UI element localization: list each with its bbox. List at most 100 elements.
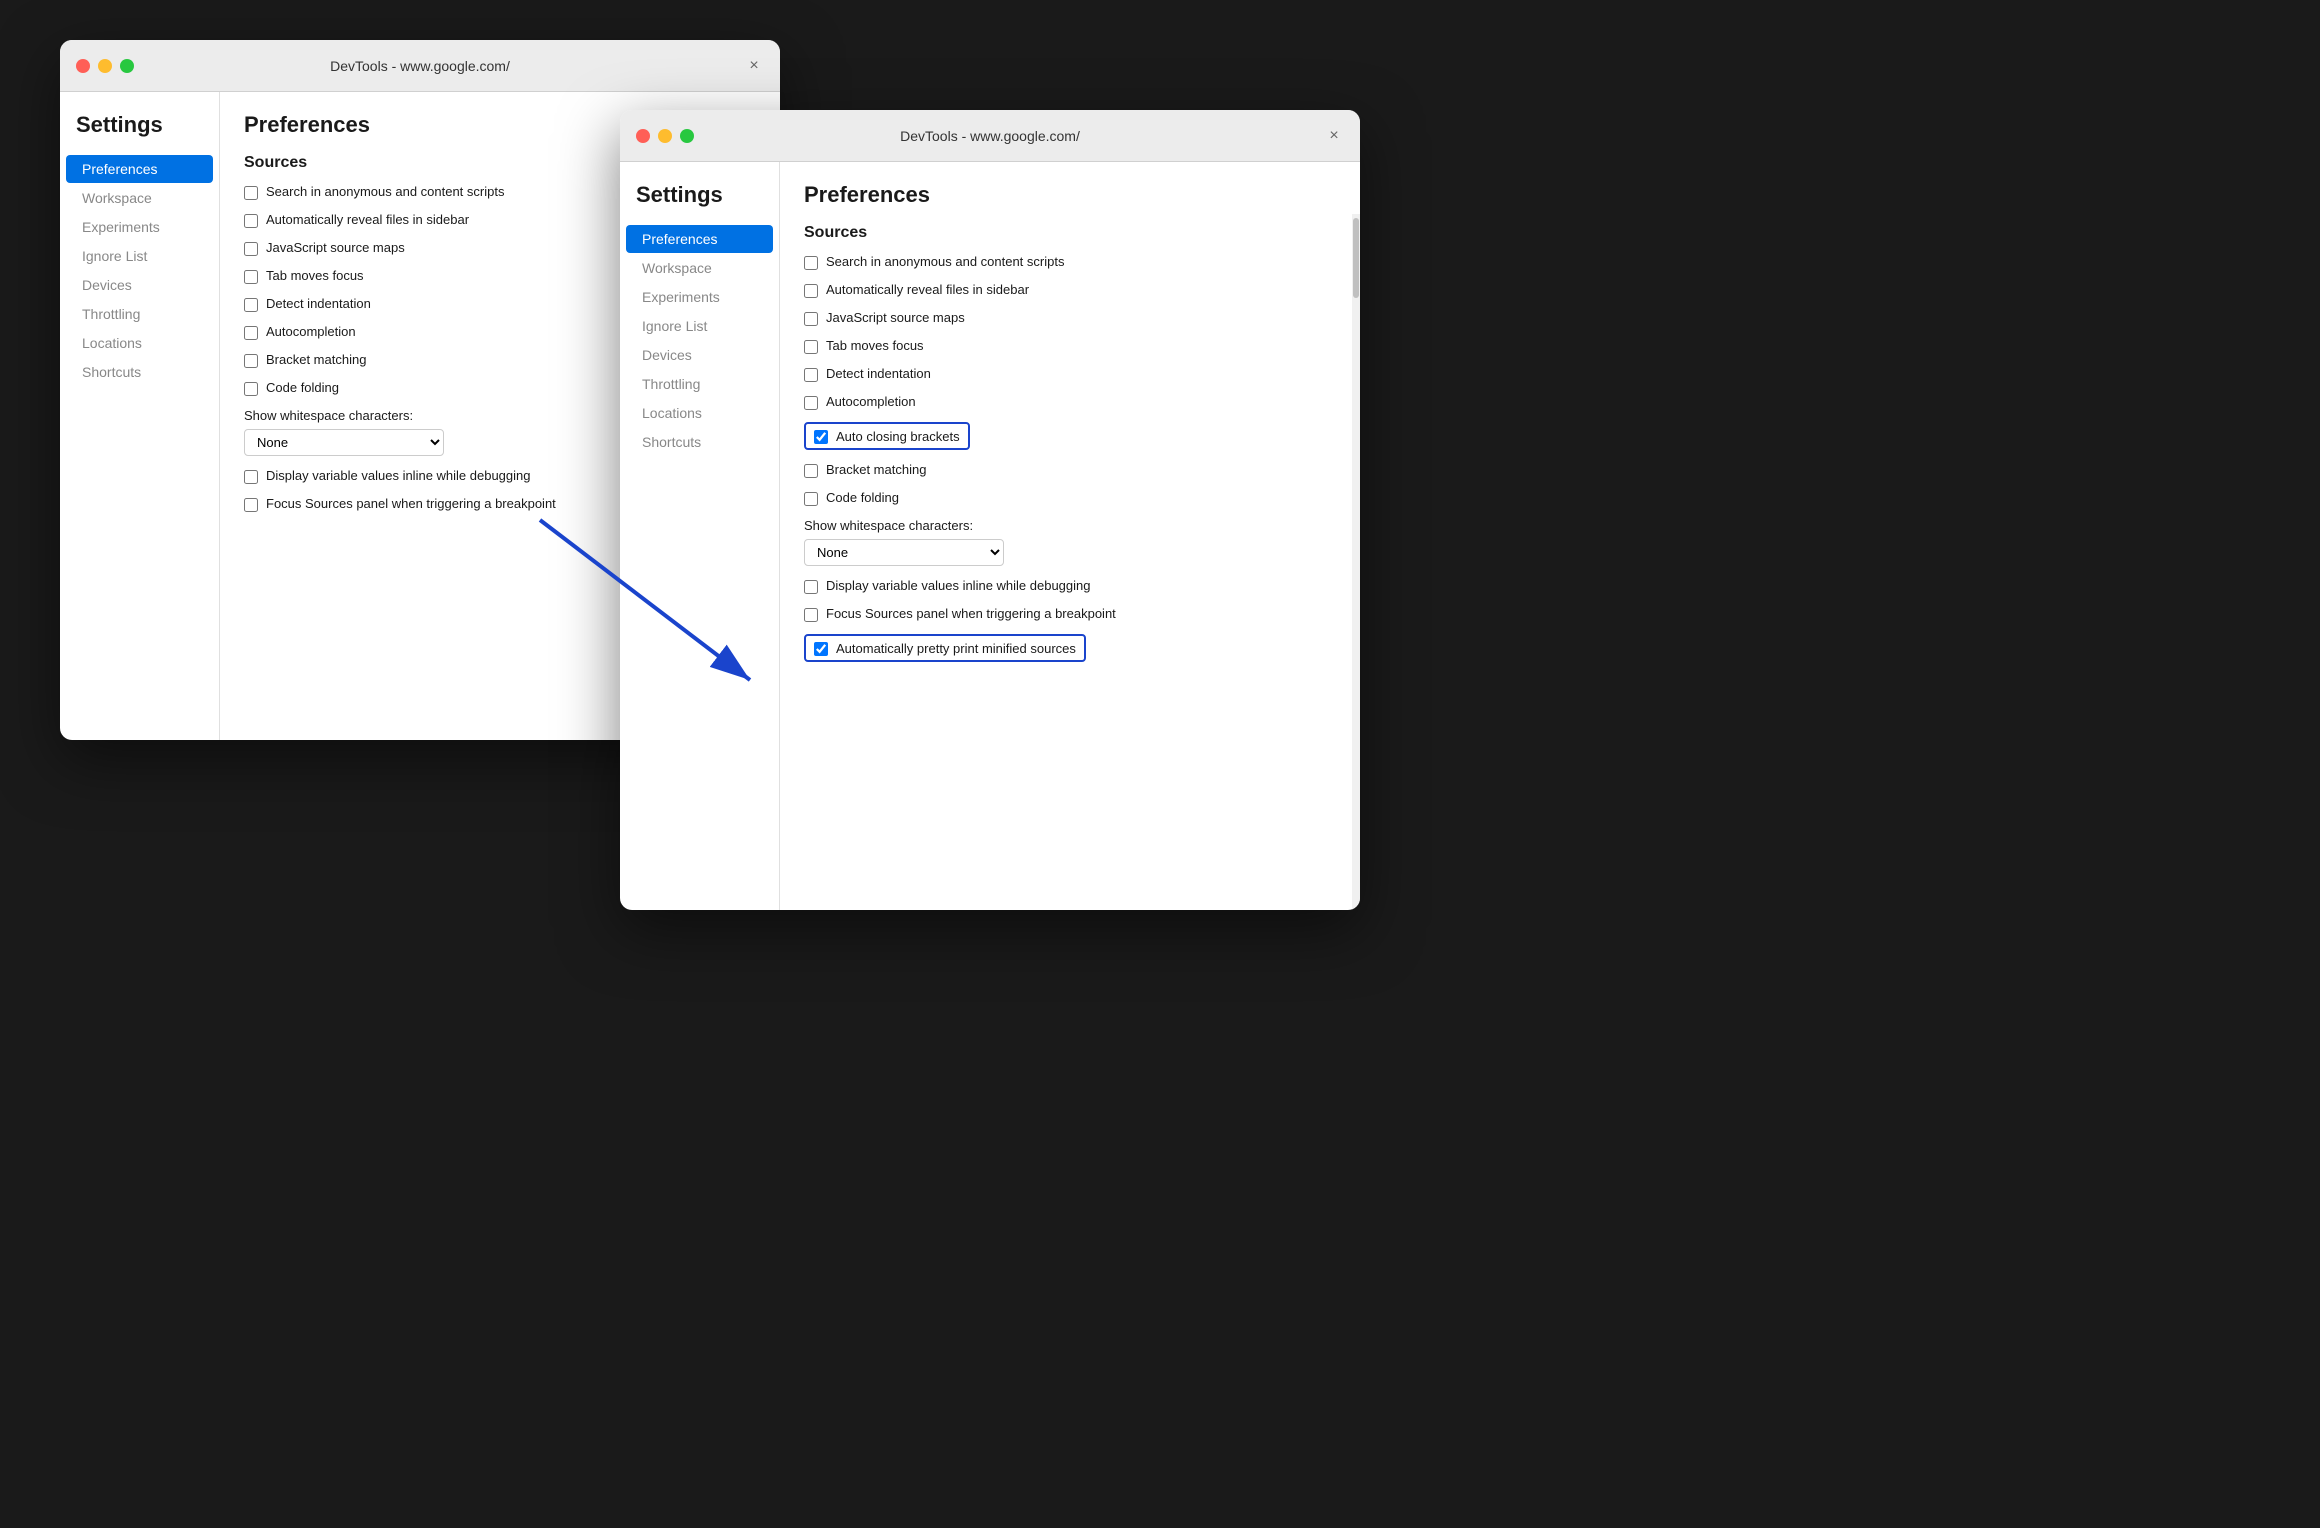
- sidebar-item-experiments-1[interactable]: Experiments: [66, 213, 213, 241]
- sidebar-item-locations-2[interactable]: Locations: [626, 399, 773, 427]
- checkbox-label-2-2: Automatically reveal files in sidebar: [826, 282, 1029, 297]
- checkbox-input-2-10[interactable]: [804, 580, 818, 594]
- sidebar-2: Settings Preferences Workspace Experimen…: [620, 162, 780, 910]
- checkbox-label-4: Tab moves focus: [266, 268, 364, 283]
- checkbox-input-2-3[interactable]: [804, 312, 818, 326]
- traffic-lights-1: [76, 59, 134, 73]
- checkbox-label-7: Bracket matching: [266, 352, 366, 367]
- checkbox-input-2-6[interactable]: [804, 396, 818, 410]
- whitespace-select-2[interactable]: None All Trailing: [804, 539, 1004, 566]
- window-title-1: DevTools - www.google.com/: [330, 58, 510, 74]
- minimize-button-2[interactable]: [658, 129, 672, 143]
- whitespace-label-2: Show whitespace characters:: [804, 518, 1336, 533]
- checkbox-prettyprint-2: Automatically pretty print minified sour…: [804, 634, 1336, 662]
- settings-close-1[interactable]: ×: [744, 56, 764, 76]
- scrollbar-2[interactable]: [1352, 214, 1360, 910]
- checkbox-label-2-9: Code folding: [826, 490, 899, 505]
- sidebar-item-experiments-2[interactable]: Experiments: [626, 283, 773, 311]
- checkbox-input-1[interactable]: [244, 186, 258, 200]
- settings-close-2[interactable]: ×: [1324, 126, 1344, 146]
- checkbox-label-2-5: Detect indentation: [826, 366, 931, 381]
- sidebar-item-shortcuts-1[interactable]: Shortcuts: [66, 358, 213, 386]
- checkbox-input-9[interactable]: [244, 470, 258, 484]
- checkbox-label-2-10: Display variable values inline while deb…: [826, 578, 1091, 593]
- close-button-1[interactable]: [76, 59, 90, 73]
- checkbox-reveal-2: Automatically reveal files in sidebar: [804, 282, 1336, 298]
- sidebar-item-preferences-2[interactable]: Preferences: [626, 225, 773, 253]
- checkbox-input-3[interactable]: [244, 242, 258, 256]
- sources-heading-2: Sources: [804, 224, 1336, 242]
- checkbox-input-6[interactable]: [244, 326, 258, 340]
- checkbox-indent-2: Detect indentation: [804, 366, 1336, 382]
- checkbox-input-2-11[interactable]: [804, 608, 818, 622]
- sidebar-item-devices-2[interactable]: Devices: [626, 341, 773, 369]
- settings-body-2: Settings Preferences Workspace Experimen…: [620, 162, 1360, 910]
- checkbox-input-2-5[interactable]: [804, 368, 818, 382]
- sidebar-item-throttling-2[interactable]: Throttling: [626, 370, 773, 398]
- checkbox-label-2-7: Auto closing brackets: [836, 429, 960, 444]
- checkbox-input-4[interactable]: [244, 270, 258, 284]
- minimize-button-1[interactable]: [98, 59, 112, 73]
- checkbox-label-2-12: Automatically pretty print minified sour…: [836, 641, 1076, 656]
- checkbox-autoclosing-2: Auto closing brackets: [804, 422, 1336, 450]
- checkbox-input-2[interactable]: [244, 214, 258, 228]
- select-wrapper-2: None All Trailing: [804, 539, 1336, 566]
- window-2: DevTools - www.google.com/ × Settings Pr…: [620, 110, 1360, 910]
- checkbox-input-2-2[interactable]: [804, 284, 818, 298]
- close-button-2[interactable]: [636, 129, 650, 143]
- traffic-lights-2: [636, 129, 694, 143]
- checkbox-input-2-8[interactable]: [804, 464, 818, 478]
- title-bar-2: DevTools - www.google.com/ ×: [620, 110, 1360, 162]
- checkbox-input-2-12[interactable]: [814, 642, 828, 656]
- sidebar-1: Settings Preferences Workspace Experimen…: [60, 92, 220, 740]
- checkbox-label-2-6: Autocompletion: [826, 394, 916, 409]
- checkbox-label-2-4: Tab moves focus: [826, 338, 924, 353]
- checkbox-auto-2: Autocompletion: [804, 394, 1336, 410]
- checkbox-label-8: Code folding: [266, 380, 339, 395]
- highlighted-prettyprint: Automatically pretty print minified sour…: [804, 634, 1086, 662]
- highlighted-autoclosing: Auto closing brackets: [804, 422, 970, 450]
- checkbox-input-8[interactable]: [244, 382, 258, 396]
- checkbox-input-2-1[interactable]: [804, 256, 818, 270]
- checkbox-input-2-7[interactable]: [814, 430, 828, 444]
- checkbox-input-5[interactable]: [244, 298, 258, 312]
- title-bar-1: DevTools - www.google.com/ ×: [60, 40, 780, 92]
- checkbox-focus-2: Focus Sources panel when triggering a br…: [804, 606, 1336, 622]
- checkbox-label-5: Detect indentation: [266, 296, 371, 311]
- checkbox-label-10: Focus Sources panel when triggering a br…: [266, 496, 556, 511]
- whitespace-select-1[interactable]: None All Trailing: [244, 429, 444, 456]
- checkbox-label-2-8: Bracket matching: [826, 462, 926, 477]
- checkbox-input-2-9[interactable]: [804, 492, 818, 506]
- window-title-2: DevTools - www.google.com/: [900, 128, 1080, 144]
- checkbox-tabmoves-2: Tab moves focus: [804, 338, 1336, 354]
- sidebar-item-preferences-1[interactable]: Preferences: [66, 155, 213, 183]
- main-content-2: Preferences Sources Search in anonymous …: [780, 162, 1360, 910]
- checkbox-label-2: Automatically reveal files in sidebar: [266, 212, 469, 227]
- sidebar-item-ignorelist-1[interactable]: Ignore List: [66, 242, 213, 270]
- sidebar-item-ignorelist-2[interactable]: Ignore List: [626, 312, 773, 340]
- checkbox-input-2-4[interactable]: [804, 340, 818, 354]
- checkbox-bracket-2: Bracket matching: [804, 462, 1336, 478]
- maximize-button-2[interactable]: [680, 129, 694, 143]
- checkbox-label-3: JavaScript source maps: [266, 240, 405, 255]
- sidebar-item-shortcuts-2[interactable]: Shortcuts: [626, 428, 773, 456]
- sidebar-item-workspace-1[interactable]: Workspace: [66, 184, 213, 212]
- checkbox-label-6: Autocompletion: [266, 324, 356, 339]
- checkbox-label-2-3: JavaScript source maps: [826, 310, 965, 325]
- checkbox-label-2-1: Search in anonymous and content scripts: [826, 254, 1064, 269]
- checkbox-input-10[interactable]: [244, 498, 258, 512]
- maximize-button-1[interactable]: [120, 59, 134, 73]
- sidebar-item-throttling-1[interactable]: Throttling: [66, 300, 213, 328]
- sidebar-title-1: Settings: [60, 112, 219, 154]
- scrollbar-thumb-2: [1353, 218, 1359, 298]
- sidebar-item-locations-1[interactable]: Locations: [66, 329, 213, 357]
- sidebar-item-devices-1[interactable]: Devices: [66, 271, 213, 299]
- checkbox-label-1: Search in anonymous and content scripts: [266, 184, 504, 199]
- checkbox-label-9: Display variable values inline while deb…: [266, 468, 531, 483]
- checkbox-input-7[interactable]: [244, 354, 258, 368]
- checkbox-display-2: Display variable values inline while deb…: [804, 578, 1336, 594]
- sidebar-item-workspace-2[interactable]: Workspace: [626, 254, 773, 282]
- section-title-2: Preferences: [804, 182, 1336, 208]
- checkbox-label-2-11: Focus Sources panel when triggering a br…: [826, 606, 1116, 621]
- checkbox-folding-2: Code folding: [804, 490, 1336, 506]
